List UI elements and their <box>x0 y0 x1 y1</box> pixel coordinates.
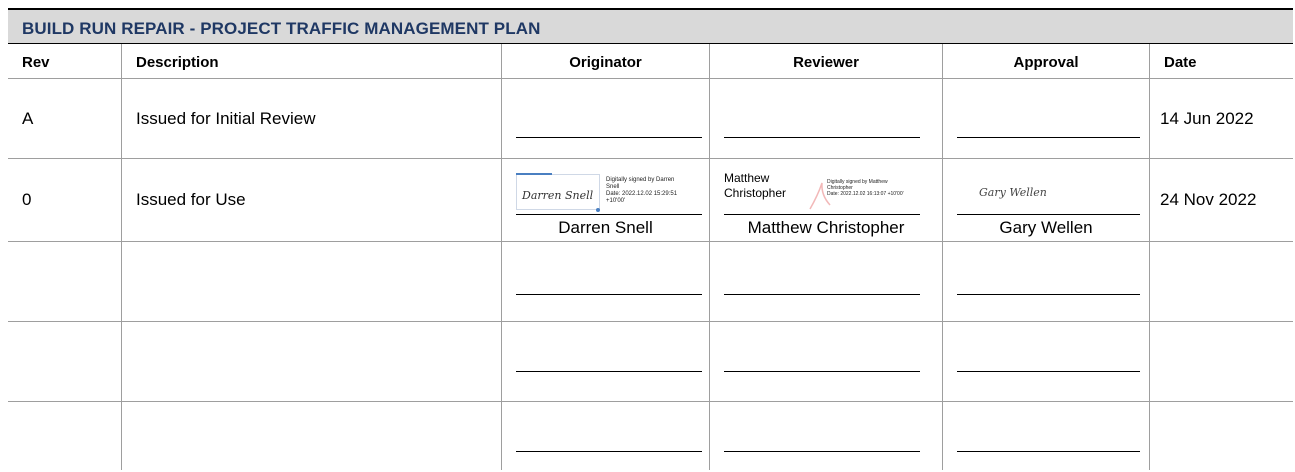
originator-cell <box>502 242 710 321</box>
rev-value: 0 <box>22 190 32 209</box>
reviewer-digital-signature: Matthew Christopher Digitally signed by … <box>724 169 920 213</box>
header-approval: Approval <box>1013 54 1079 71</box>
signing-text: Digitally signed by Darren <box>606 177 675 183</box>
originator-cell <box>502 322 710 401</box>
header-description: Description <box>136 54 219 71</box>
rev-value: A <box>22 108 34 128</box>
signing-text: Date: 2022.12.02 16:13:07 +10'00' <box>827 191 904 197</box>
originator-cell <box>502 79 710 158</box>
table-row <box>8 242 1293 322</box>
description-cell: Issued for Initial Review <box>122 79 502 158</box>
header-date: Date <box>1164 54 1197 71</box>
signature-name-line: Christopher <box>724 186 787 200</box>
revision-table: BUILD RUN REPAIR - PROJECT TRAFFIC MANAG… <box>8 8 1293 470</box>
date-value: 24 Nov 2022 <box>1160 190 1257 209</box>
reviewer-cell <box>710 402 943 470</box>
date-cell <box>1150 322 1293 401</box>
signature-line <box>516 451 702 452</box>
signature-line <box>516 371 702 372</box>
signature-line <box>724 214 920 215</box>
description-value: Issued for Use <box>136 190 246 209</box>
signature-line <box>724 294 920 295</box>
date-cell: 14 Jun 2022 <box>1150 79 1293 158</box>
rev-cell: 0 <box>8 159 122 241</box>
signature-name-line: Matthew <box>724 171 770 185</box>
header-approval-cell: Approval <box>943 44 1150 78</box>
header-reviewer-cell: Reviewer <box>710 44 943 78</box>
signature-line <box>724 137 920 138</box>
signature-line <box>957 451 1140 452</box>
description-value: Issued for Initial Review <box>136 108 316 128</box>
table-row <box>8 402 1293 470</box>
header-rev-cell: Rev <box>8 44 122 78</box>
approval-cell <box>943 402 1150 470</box>
signature-frame-accent <box>516 173 552 175</box>
table-row: A Issued for Initial Review 14 Jun 2022 <box>8 79 1293 159</box>
reviewer-cell <box>710 242 943 321</box>
header-description-cell: Description <box>122 44 502 78</box>
signing-text: +10'00' <box>606 198 626 204</box>
date-value: 14 Jun 2022 <box>1160 108 1254 128</box>
signature-frame-dot <box>596 208 600 212</box>
header-originator-cell: Originator <box>502 44 710 78</box>
reviewer-cell <box>710 79 943 158</box>
approval-cell <box>943 79 1150 158</box>
signature-line <box>724 371 920 372</box>
reviewer-signing-details: Digitally signed by Matthew Christopher … <box>827 179 921 197</box>
originator-name: Darren Snell <box>558 218 653 237</box>
header-row: Rev Description Originator Reviewer Appr… <box>8 44 1293 79</box>
reviewer-name: Matthew Christopher <box>747 218 905 237</box>
reviewer-cell <box>710 322 943 401</box>
date-cell <box>1150 242 1293 321</box>
header-originator: Originator <box>569 54 642 71</box>
rev-cell <box>8 322 122 401</box>
description-cell: Issued for Use <box>122 159 502 241</box>
approval-cell <box>943 242 1150 321</box>
description-cell <box>122 402 502 470</box>
signature-line <box>724 451 920 452</box>
signature-line <box>516 294 702 295</box>
reviewer-cell: Matthew Christopher Digitally signed by … <box>710 159 943 241</box>
signing-text: Date: 2022.12.02 15:29:51 <box>606 191 678 197</box>
rev-cell: A <box>8 79 122 158</box>
signature-line <box>516 214 702 215</box>
approval-name: Gary Wellen <box>999 218 1093 237</box>
originator-digital-signature: Darren Snell Digitally signed by Darren … <box>516 169 702 213</box>
signature-line <box>957 294 1140 295</box>
signature-line <box>516 137 702 138</box>
title-bar: BUILD RUN REPAIR - PROJECT TRAFFIC MANAG… <box>8 8 1293 44</box>
document-title: BUILD RUN REPAIR - PROJECT TRAFFIC MANAG… <box>22 19 541 38</box>
header-date-cell: Date <box>1150 44 1293 78</box>
date-cell <box>1150 402 1293 470</box>
originator-cell <box>502 402 710 470</box>
originator-cell: Darren Snell Digitally signed by Darren … <box>502 159 710 241</box>
approval-handwritten-signature: Gary Wellen <box>979 186 1047 199</box>
signature-line <box>957 137 1140 138</box>
originator-signing-details: Digitally signed by Darren Snell Date: 2… <box>606 177 702 205</box>
rev-cell <box>8 242 122 321</box>
signature-line <box>957 371 1140 372</box>
table-row <box>8 322 1293 402</box>
originator-handwritten-signature: Darren Snell <box>522 189 594 202</box>
signature-line <box>957 214 1140 215</box>
date-cell: 24 Nov 2022 <box>1150 159 1293 241</box>
reviewer-signature-name: Matthew Christopher <box>724 171 786 201</box>
signing-text: Snell <box>606 184 620 190</box>
approval-cell: Gary Wellen Gary Wellen <box>943 159 1150 241</box>
header-rev: Rev <box>22 54 50 71</box>
approval-cell <box>943 322 1150 401</box>
header-reviewer: Reviewer <box>793 54 859 71</box>
description-cell <box>122 242 502 321</box>
table-row: 0 Issued for Use Darren Snell Digitally … <box>8 159 1293 242</box>
rev-cell <box>8 402 122 470</box>
description-cell <box>122 322 502 401</box>
